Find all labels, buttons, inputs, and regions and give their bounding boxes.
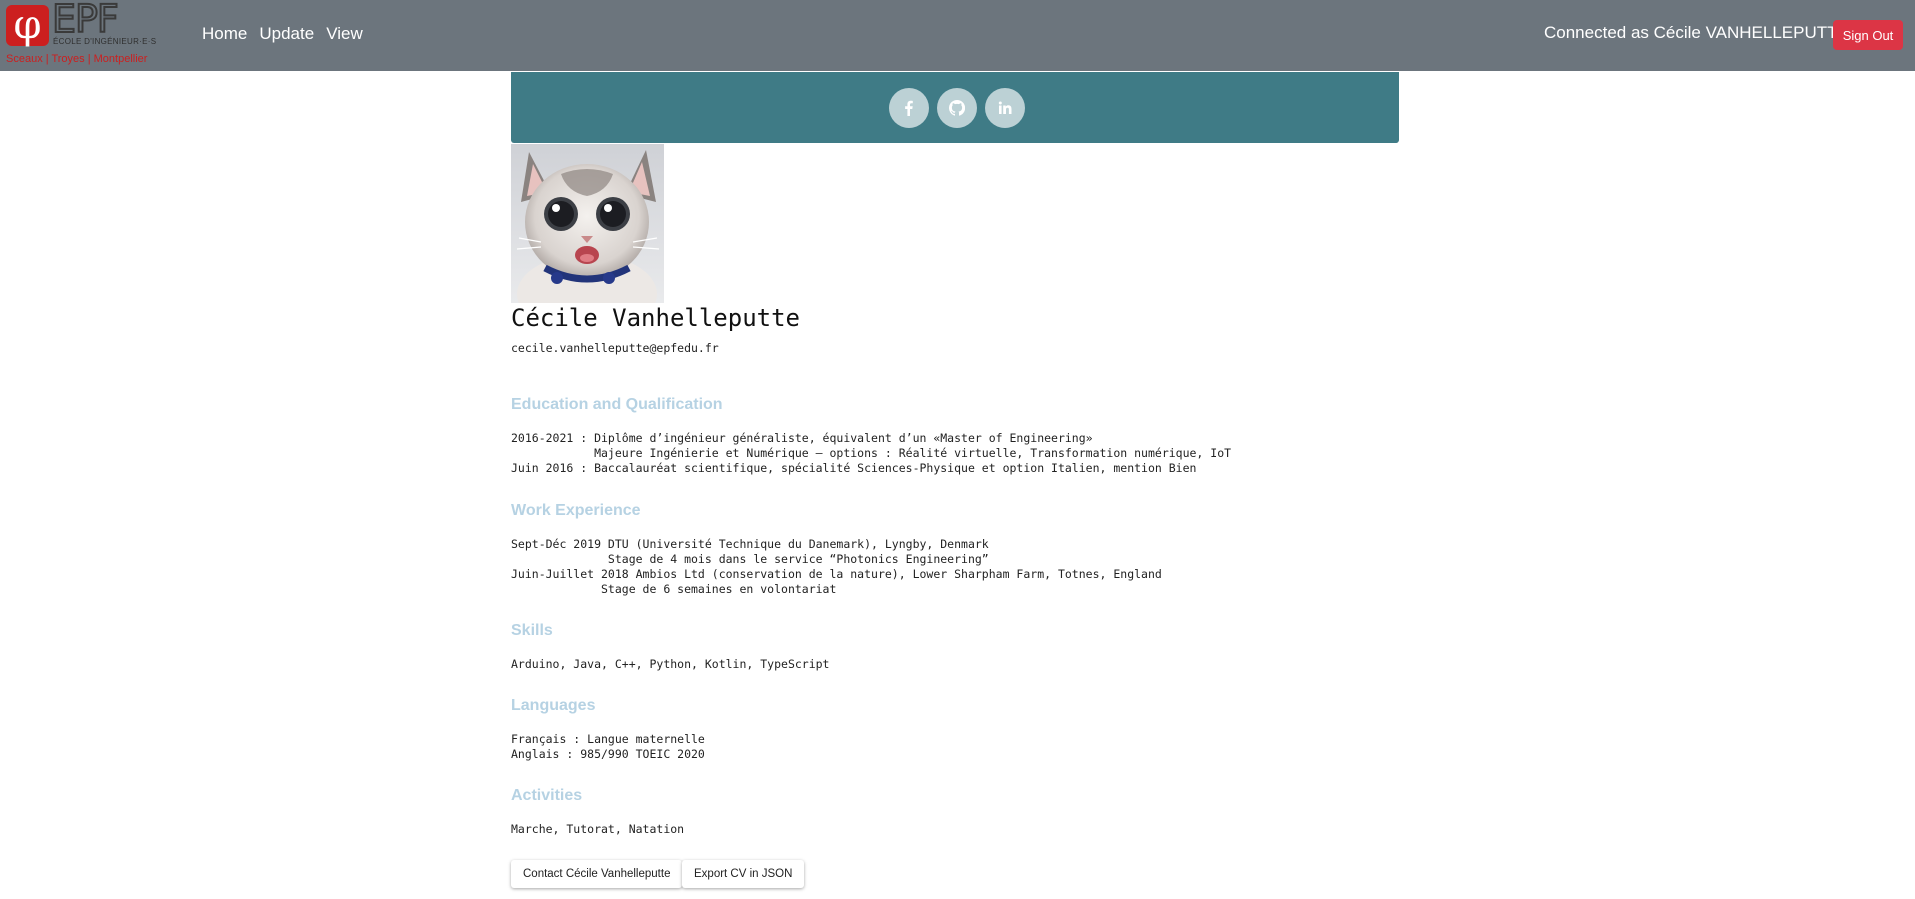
skills-title: Skills [511, 622, 553, 639]
logo-badge: φ [6, 2, 49, 48]
facebook-button[interactable] [889, 88, 929, 128]
activities-title: Activities [511, 787, 583, 804]
profile-name: Cécile Vanhelleputte [511, 304, 800, 332]
nav-view-link[interactable]: View [326, 24, 363, 44]
logo-cities: Sceaux | Troyes | Montpellier [6, 53, 148, 65]
logo-brand: EPF [51, 0, 120, 41]
social-bar [511, 72, 1399, 143]
linkedin-button[interactable] [985, 88, 1025, 128]
nav-links: Home Update View [202, 24, 363, 44]
skills-body: Arduino, Java, C++, Python, Kotlin, Type… [511, 657, 830, 671]
linkedin-icon [998, 101, 1012, 114]
languages-title: Languages [511, 697, 596, 714]
education-body: 2016-2021 : Diplôme d’ingénieur générali… [511, 431, 1232, 475]
nav-home-link[interactable]: Home [202, 24, 247, 44]
activities-body: Marche, Tutorat, Natation [511, 822, 685, 836]
epf-logo[interactable]: φ EPF ÉCOLE D'INGÉNIEUR·E·S Sceaux | Tro… [6, 0, 166, 65]
work-body: Sept-Déc 2019 DTU (Université Technique … [511, 537, 1162, 596]
logo-tagline: ÉCOLE D'INGÉNIEUR·E·S [53, 37, 157, 46]
contact-button[interactable]: Contact Cécile Vanhelleputte [511, 860, 683, 888]
profile-avatar [511, 144, 664, 303]
education-title: Education and Qualification [511, 396, 723, 413]
work-title: Work Experience [511, 502, 641, 519]
github-icon [949, 100, 965, 116]
logo-symbol: φ [13, 2, 42, 48]
nav-update-link[interactable]: Update [259, 24, 314, 44]
export-json-button[interactable]: Export CV in JSON [682, 860, 805, 888]
sign-out-button[interactable]: Sign Out [1833, 20, 1903, 50]
languages-body: Français : Langue maternelle Anglais : 9… [511, 732, 705, 761]
connected-user-text: Connected as Cécile VANHELLEPUTTE [1544, 23, 1849, 42]
navbar: φ EPF ÉCOLE D'INGÉNIEUR·E·S Sceaux | Tro… [0, 0, 1915, 71]
profile-email: cecile.vanhelleputte@epfedu.fr [511, 341, 719, 355]
github-button[interactable] [937, 88, 977, 128]
facebook-icon [905, 100, 913, 116]
